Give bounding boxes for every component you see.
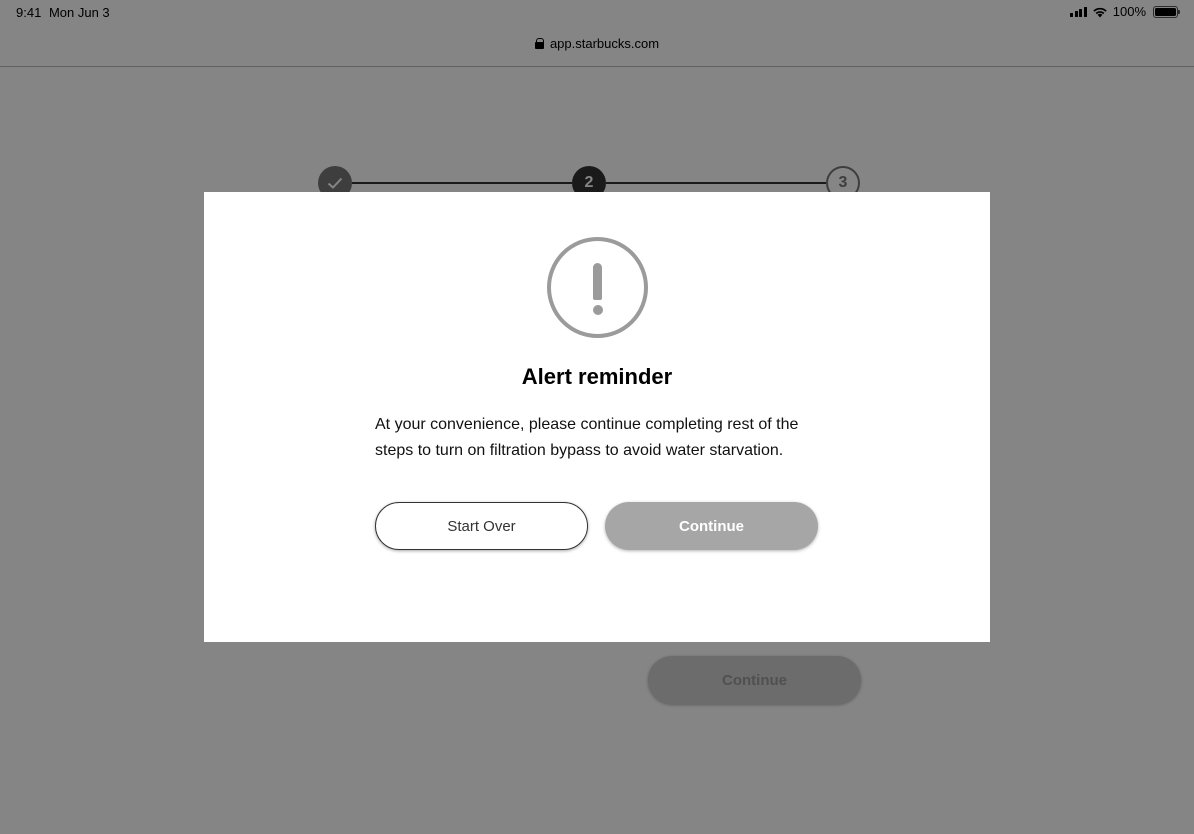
alert-modal: Alert reminder At your convenience, plea… — [204, 192, 990, 642]
start-over-button[interactable]: Start Over — [375, 502, 588, 550]
modal-title: Alert reminder — [521, 364, 673, 389]
exclamation-alert-icon — [547, 237, 648, 338]
modal-message: At your convenience, please continue com… — [375, 416, 799, 459]
continue-button[interactable]: Continue — [605, 502, 818, 550]
app-screen: 9:41 Mon Jun 3 100% app.starbucks.com 2 … — [0, 0, 1194, 834]
